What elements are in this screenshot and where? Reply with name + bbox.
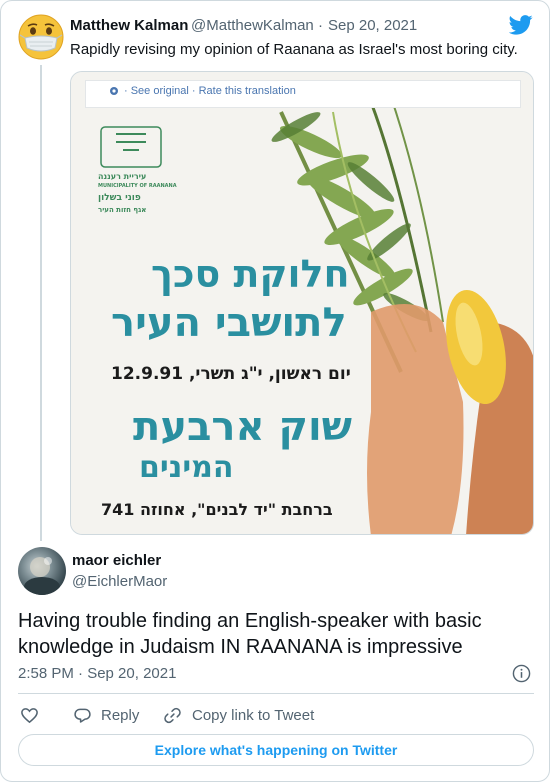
- heart-icon: [21, 707, 38, 723]
- reply-author-handle[interactable]: @EichlerMaor: [72, 573, 167, 590]
- poster-market-1: שוק ארבעת: [133, 404, 353, 450]
- reply-label: Reply: [101, 706, 140, 724]
- avatar[interactable]: [18, 547, 66, 595]
- poster-date: יום ראשון, י"ג תשרי, 19.9.21: [111, 364, 351, 384]
- avatar[interactable]: [18, 14, 64, 60]
- divider: [18, 693, 534, 694]
- reply-button[interactable]: Reply: [73, 705, 139, 725]
- quoted-tweet-text: Rapidly revising my opinion of Raanana a…: [70, 41, 518, 58]
- poster-logo-brand: פוני בשלון: [98, 193, 141, 203]
- separator-dot: ·: [318, 17, 323, 34]
- copy-link-button[interactable]: Copy link to Tweet: [163, 705, 314, 725]
- twitter-bird-icon[interactable]: [508, 15, 533, 35]
- reply-timestamp[interactable]: 2:58 PM · Sep 20, 2021: [18, 665, 176, 682]
- tweet-embed-card: Matthew Kalman @MatthewKalman · Sep 20, …: [0, 0, 550, 782]
- poster-logo-department: אגף חזות העיר: [98, 206, 147, 214]
- masked-face-emoji-icon: [18, 14, 64, 60]
- reply-author-name[interactable]: maor eichler: [72, 552, 161, 569]
- poster-headline-1: חלוקת סכך: [151, 252, 350, 296]
- poster-headline-2: לתושבי העיר: [111, 300, 347, 346]
- speech-bubble-icon: [74, 708, 91, 723]
- quoted-author-name[interactable]: Matthew Kalman: [70, 17, 188, 34]
- info-icon[interactable]: [512, 664, 531, 683]
- like-button[interactable]: [20, 705, 39, 725]
- reply-tweet-text: Having trouble finding an English-speake…: [18, 610, 482, 658]
- tweet-image[interactable]: · See original · Rate this translation ע…: [70, 71, 534, 535]
- poster-logo-subtext: MUNICIPALITY OF RAANANA: [98, 183, 177, 189]
- see-original-link[interactable]: · See original · Rate this translation: [124, 85, 296, 97]
- explore-button[interactable]: Explore what's happening on Twitter: [18, 734, 534, 766]
- link-icon: [164, 707, 181, 723]
- gear-icon: [110, 87, 118, 95]
- quoted-author-handle[interactable]: @MatthewKalman: [191, 17, 314, 34]
- profile-photo-icon: [24, 557, 60, 595]
- thread-connector-line: [40, 65, 42, 541]
- copy-link-label: Copy link to Tweet: [192, 706, 315, 724]
- poster-logo-text: עיריית רעננה: [98, 172, 147, 181]
- quoted-tweet-date[interactable]: Sep 20, 2021: [328, 17, 417, 34]
- poster-market-2: המינים: [139, 450, 234, 485]
- poster-address: ברחבת "יד לבנים", אחוזה 147: [101, 500, 333, 519]
